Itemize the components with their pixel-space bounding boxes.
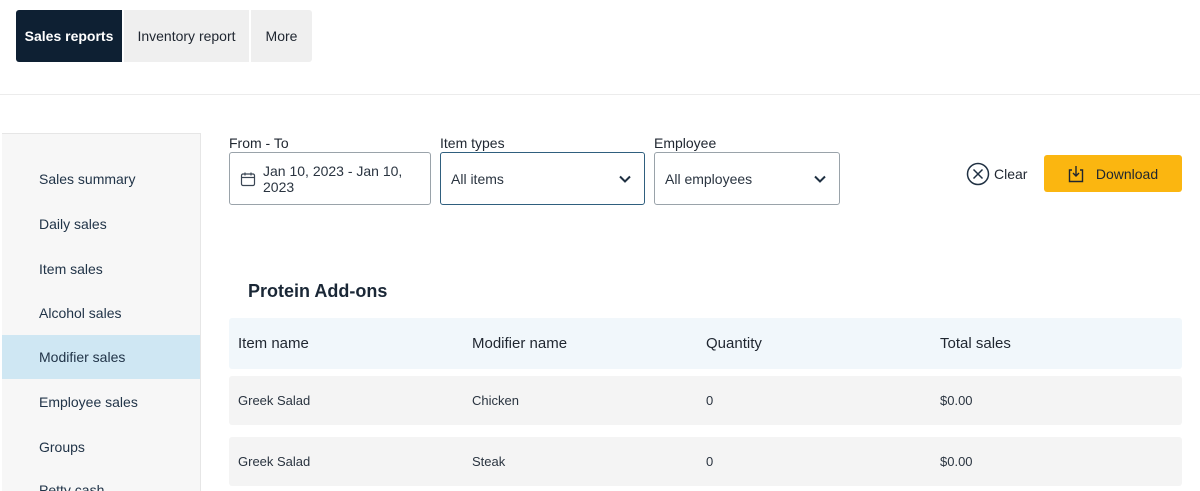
item-types-label: Item types	[440, 135, 505, 151]
table-header: Item name Modifier name Quantity Total s…	[229, 318, 1182, 369]
chevron-down-icon	[619, 175, 631, 183]
cell-total-sales: $0.00	[940, 393, 973, 408]
column-header-item-name: Item name	[238, 335, 309, 352]
chevron-down-icon	[814, 175, 826, 183]
report-tabs: Sales reports Inventory report More	[16, 10, 314, 62]
sidebar-item-item-sales[interactable]: Item sales	[2, 247, 200, 291]
sidebar-item-sales-summary[interactable]: Sales summary	[2, 157, 200, 201]
download-label: Download	[1095, 165, 1159, 182]
employee-select[interactable]: All employees	[654, 152, 840, 205]
sidebar-item-petty-cash[interactable]: Petty cash	[2, 468, 200, 491]
sidebar-item-modifier-sales[interactable]: Modifier sales	[2, 335, 200, 379]
sidebar-item-alcohol-sales[interactable]: Alcohol sales	[2, 291, 200, 335]
cell-modifier-name: Chicken	[472, 393, 519, 408]
header-divider	[0, 94, 1200, 95]
item-types-value: All items	[451, 170, 504, 187]
clear-button[interactable]: Clear	[966, 161, 1027, 187]
report-sidebar: Sales summary Daily sales Item sales Alc…	[2, 133, 201, 491]
cell-total-sales: $0.00	[940, 454, 973, 469]
column-header-total-sales: Total sales	[940, 335, 1011, 352]
cell-item-name: Greek Salad	[238, 454, 311, 469]
close-circle-icon	[966, 162, 990, 186]
download-button[interactable]: Download	[1044, 155, 1182, 192]
sidebar-item-employee-sales[interactable]: Employee sales	[2, 380, 200, 424]
employee-value: All employees	[665, 170, 753, 187]
tab-inventory-report[interactable]: Inventory report	[124, 10, 249, 62]
cell-modifier-name: Steak	[472, 454, 506, 469]
column-header-modifier-name: Modifier name	[472, 335, 568, 352]
cell-item-name: Greek Salad	[238, 393, 311, 408]
date-range-value: Jan 10, 2023 - Jan 10, 2023	[263, 162, 403, 195]
sidebar-item-daily-sales[interactable]: Daily sales	[2, 202, 200, 246]
column-header-quantity: Quantity	[706, 335, 762, 352]
tab-sales-reports[interactable]: Sales reports	[16, 10, 122, 62]
calendar-icon	[240, 171, 256, 187]
download-icon	[1068, 165, 1084, 182]
employee-label: Employee	[654, 135, 717, 151]
date-range-picker[interactable]: Jan 10, 2023 - Jan 10, 2023	[229, 152, 431, 205]
table-row: Greek Salad Steak 0 $0.00	[229, 437, 1182, 486]
section-title: Protein Add-ons	[248, 281, 388, 301]
cell-quantity: 0	[706, 393, 714, 408]
date-range-label: From - To	[229, 135, 289, 151]
item-types-select[interactable]: All items	[440, 152, 645, 205]
sidebar-item-groups[interactable]: Groups	[2, 425, 200, 469]
tab-more[interactable]: More	[251, 10, 312, 62]
table-row: Greek Salad Chicken 0 $0.00	[229, 376, 1182, 425]
clear-label: Clear	[994, 166, 1028, 182]
cell-quantity: 0	[706, 454, 714, 469]
